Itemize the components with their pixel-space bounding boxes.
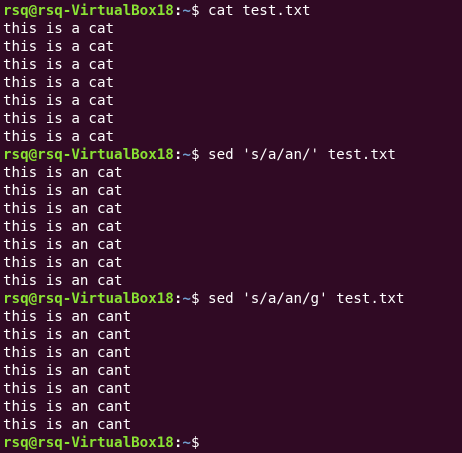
prompt-path: ~ <box>182 3 191 19</box>
output-line: this is a cat <box>3 21 115 37</box>
output-line: this is an cant <box>3 345 132 361</box>
output-line: this is an cant <box>3 399 132 415</box>
terminal-window[interactable]: rsq@rsq-VirtualBox18:~$ cat test.txt this… <box>0 0 462 453</box>
output-line: this is an cat <box>3 273 123 289</box>
output-line: this is a cat <box>3 57 115 73</box>
prompt-user-host: rsq@rsq-VirtualBox18 <box>3 291 174 307</box>
output-line: this is an cat <box>3 237 123 253</box>
command-text: sed 's/a/an/g' test.txt <box>208 291 405 307</box>
output-line: this is an cant <box>3 309 132 325</box>
output-line: this is an cat <box>3 165 123 181</box>
prompt-line: rsq@rsq-VirtualBox18:~$ cat test.txt <box>3 2 462 20</box>
prompt-user-host: rsq@rsq-VirtualBox18 <box>3 3 174 19</box>
output-line: this is an cant <box>3 417 132 433</box>
output-line: this is an cant <box>3 327 132 343</box>
command-text: cat test.txt <box>208 3 311 19</box>
prompt-path: ~ <box>182 291 191 307</box>
prompt-user-host: rsq@rsq-VirtualBox18 <box>3 435 174 451</box>
prompt-path: ~ <box>182 435 191 451</box>
prompt-path: ~ <box>182 147 191 163</box>
output-line: this is a cat <box>3 93 115 109</box>
output-line: this is a cat <box>3 111 115 127</box>
prompt-user-host: rsq@rsq-VirtualBox18 <box>3 147 174 163</box>
prompt-line: rsq@rsq-VirtualBox18:~$ <box>3 434 462 452</box>
output-line: this is an cat <box>3 201 123 217</box>
terminal-output: rsq@rsq-VirtualBox18:~$ cat test.txt this… <box>3 2 462 452</box>
prompt-line: rsq@rsq-VirtualBox18:~$ sed 's/a/an/' te… <box>3 146 462 164</box>
output-line: this is a cat <box>3 129 115 145</box>
output-line: this is an cant <box>3 381 132 397</box>
output-line: this is an cat <box>3 219 123 235</box>
command-text: sed 's/a/an/' test.txt <box>208 147 396 163</box>
output-line: this is a cat <box>3 75 115 91</box>
output-line: this is an cat <box>3 255 123 271</box>
prompt-line: rsq@rsq-VirtualBox18:~$ sed 's/a/an/g' t… <box>3 290 462 308</box>
output-line: this is a cat <box>3 39 115 55</box>
output-line: this is an cant <box>3 363 132 379</box>
output-line: this is an cat <box>3 183 123 199</box>
